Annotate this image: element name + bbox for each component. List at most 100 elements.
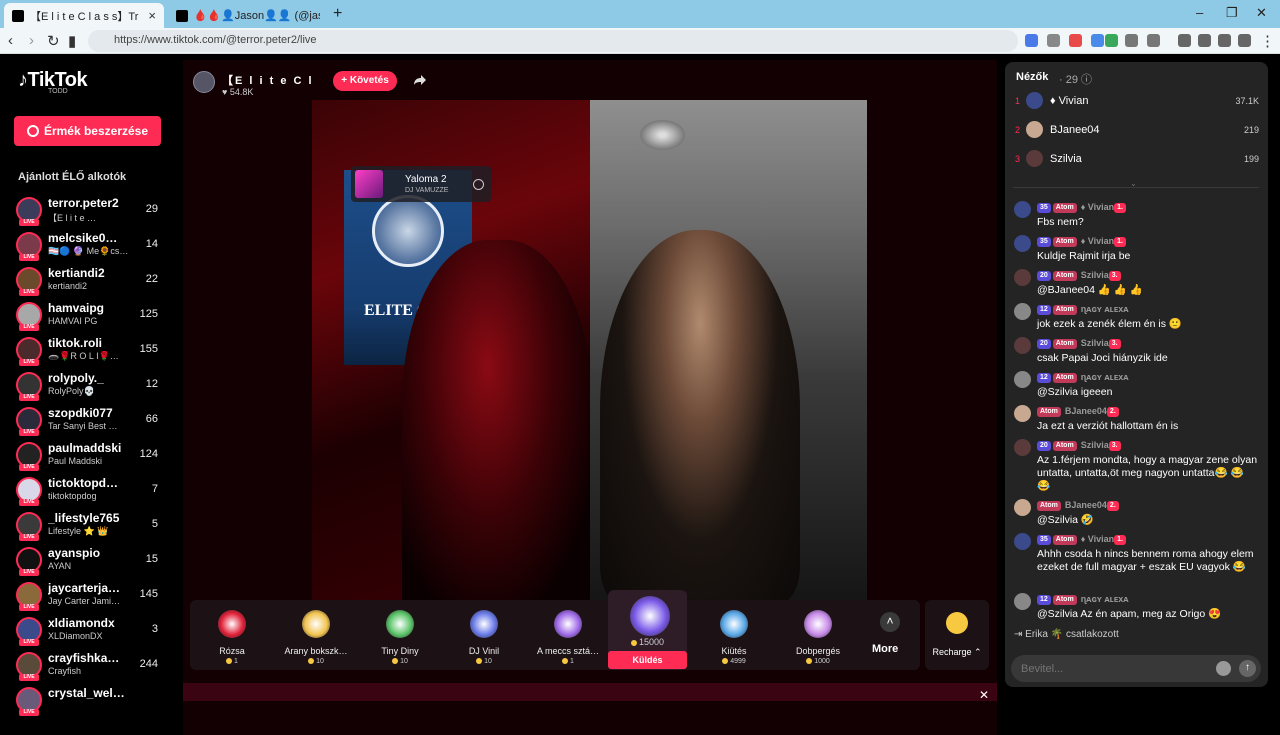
gift-item[interactable]: DJ Vinil 10 bbox=[442, 600, 526, 670]
message-text: Kuldje Rajmit irja be bbox=[1037, 250, 1131, 262]
rank-badge: 1. bbox=[1114, 535, 1126, 545]
fan-club-badge: Atom bbox=[1052, 373, 1077, 383]
message-username[interactable]: BJanee04 bbox=[1065, 500, 1107, 510]
emoji-icon[interactable] bbox=[1216, 661, 1231, 676]
message-username[interactable]: ɳᴀɢʏ ᴀʟᴇxᴀ bbox=[1081, 304, 1129, 314]
message-text: csak Papai Joci hiányzik ide bbox=[1037, 352, 1168, 364]
message-username[interactable]: Szilvia bbox=[1081, 270, 1109, 280]
shield-icon[interactable] bbox=[1238, 34, 1251, 47]
gift-item[interactable]: Arany bokszk… 10 bbox=[274, 600, 358, 670]
message-username[interactable]: Szilvia bbox=[1081, 440, 1109, 450]
extension-icon[interactable] bbox=[1147, 34, 1160, 47]
ranking-row[interactable]: 2 BJanee04 219 bbox=[1005, 120, 1268, 142]
url-field[interactable]: https://www.tiktok.com/@terror.peter2/li… bbox=[88, 30, 1018, 52]
menu-icon[interactable]: ⋮ bbox=[1260, 32, 1275, 50]
ai-icon[interactable] bbox=[1218, 34, 1231, 47]
send-icon[interactable]: ↑ bbox=[1239, 660, 1256, 677]
live-badge: LIVE bbox=[19, 674, 39, 681]
creator-item[interactable]: LIVE jaycarterja… Jay Carter Jami… 145 bbox=[16, 578, 166, 612]
host-name[interactable]: 【E l i t e C l a s s】 bbox=[222, 72, 317, 88]
browser-tab[interactable]: 🩸🩸👤Jason👤👤 (@jason_sam bbox=[168, 3, 328, 28]
extension-icon[interactable] bbox=[1091, 34, 1104, 47]
gift-item[interactable]: A meccs sztá… 1 bbox=[526, 600, 610, 670]
new-tab-icon[interactable]: + bbox=[333, 5, 342, 23]
fan-club-badge: Atom bbox=[1052, 203, 1077, 213]
get-coins-button[interactable]: Érmék beszerzése bbox=[14, 116, 161, 146]
forward-icon[interactable]: › bbox=[29, 32, 34, 49]
minimize-icon[interactable]: – bbox=[1196, 5, 1203, 20]
live-badge: LIVE bbox=[19, 289, 39, 296]
creator-item[interactable]: LIVE crystal_wel… bbox=[16, 683, 166, 717]
viewer-points: 37.1K bbox=[1235, 96, 1259, 106]
chat-input[interactable] bbox=[1021, 659, 1211, 678]
message-username[interactable]: BJanee04 bbox=[1065, 406, 1107, 416]
back-icon[interactable]: ‹ bbox=[8, 32, 13, 49]
viewer-count: 66 bbox=[145, 413, 158, 425]
sidebar-toggle-icon[interactable] bbox=[1178, 34, 1191, 47]
ranking-row[interactable]: 1 ♦ Vivian 37.1K bbox=[1005, 91, 1268, 113]
share-icon[interactable] bbox=[413, 73, 427, 87]
gift-item[interactable]: Rózsa 1 bbox=[190, 600, 274, 670]
message-username[interactable]: ♦ Vivian bbox=[1081, 202, 1114, 212]
maximize-icon[interactable]: ❐ bbox=[1226, 5, 1238, 21]
gift-name: Kiütés bbox=[721, 646, 747, 656]
creator-item[interactable]: LIVE szopdki077 Tar Sanyi Best … 66 bbox=[16, 403, 166, 437]
more-gifts-button[interactable]: ˄ bbox=[880, 612, 900, 632]
reload-icon[interactable]: ↻ bbox=[47, 32, 60, 50]
music-card[interactable]: Yaloma 2 DJ VAMUZZE bbox=[351, 166, 491, 202]
creator-item[interactable]: LIVE tictoktopd… tiktoktopdog 7 bbox=[16, 473, 166, 507]
creator-item[interactable]: LIVE rolypoly._ RolyPoly💀 12 bbox=[16, 368, 166, 402]
recharge-button[interactable]: Recharge ⌃ bbox=[925, 600, 989, 670]
browser-tab-active[interactable]: 【E l i t e C l a s s】Tr × bbox=[4, 3, 164, 28]
message-username[interactable]: ɳᴀɢʏ ᴀʟᴇxᴀ bbox=[1081, 594, 1129, 604]
target-icon[interactable] bbox=[473, 179, 484, 190]
creator-item[interactable]: LIVE terror.peter2 【E l i t e … 29 bbox=[16, 193, 166, 227]
live-badge: LIVE bbox=[19, 219, 39, 226]
creator-item[interactable]: LIVE tiktok.roli 🕳️🌹R O L I🌹… 155 bbox=[16, 333, 166, 367]
message-text: Fbs nem? bbox=[1037, 216, 1084, 228]
gift-item[interactable]: Kiütés 4999 bbox=[692, 600, 776, 670]
viewer-count: 7 bbox=[151, 483, 158, 495]
gift-item[interactable]: Dobpergés 1000 bbox=[776, 600, 860, 670]
creator-item[interactable]: LIVE crayfishka… Crayfish 244 bbox=[16, 648, 166, 682]
creator-name: tictoktopd… bbox=[48, 476, 118, 490]
creator-item[interactable]: LIVE _lifestyle765 Lifestyle ⭐ 👑 5 bbox=[16, 508, 166, 542]
extension-icon[interactable] bbox=[1069, 34, 1082, 47]
creator-item[interactable]: LIVE kertiandi2 kertiandi2 22 bbox=[16, 263, 166, 297]
gift-item-selected[interactable]: 15000 Küldés bbox=[608, 590, 687, 670]
gift-item[interactable]: Tiny Diny 10 bbox=[358, 600, 442, 670]
gift-icon bbox=[630, 596, 670, 636]
creator-item[interactable]: LIVE hamvaipg HAMVAI PG 125 bbox=[16, 298, 166, 332]
bookmark-icon[interactable]: ▮ bbox=[68, 32, 76, 50]
follow-button[interactable]: + Követés bbox=[333, 71, 397, 91]
browser-tab-strip: 【E l i t e C l a s s】Tr × 🩸🩸👤Jason👤👤 (@j… bbox=[0, 0, 1280, 28]
gift-price: 15000 bbox=[608, 637, 687, 647]
translate-extension-icon[interactable] bbox=[1025, 34, 1038, 47]
more-label[interactable]: More bbox=[872, 643, 898, 655]
host-avatar[interactable] bbox=[193, 71, 215, 93]
video-feed-right[interactable] bbox=[590, 100, 867, 603]
extension-icon[interactable] bbox=[1047, 34, 1060, 47]
message-username[interactable]: ɳᴀɢʏ ᴀʟᴇxᴀ bbox=[1081, 372, 1129, 382]
message-username[interactable]: ♦ Vivian bbox=[1081, 534, 1114, 544]
message-username[interactable]: Szilvia bbox=[1081, 338, 1109, 348]
send-gift-button[interactable]: Küldés bbox=[608, 651, 687, 669]
video-feed-left[interactable]: ELITE C Yaloma 2 DJ VAMUZZE bbox=[312, 100, 590, 603]
rank-badge: 2. bbox=[1106, 501, 1119, 511]
creator-item[interactable]: LIVE ayanspio AYAN 15 bbox=[16, 543, 166, 577]
wallet-icon[interactable] bbox=[1198, 34, 1211, 47]
ranking-row[interactable]: 3 Szilvia 199 bbox=[1005, 149, 1268, 171]
message-username[interactable]: ♦ Vivian bbox=[1081, 236, 1114, 246]
message-text: @Szilvia Az én apam, meg az Origo 😍 bbox=[1037, 608, 1222, 620]
creator-item[interactable]: LIVE paulmaddski Paul Maddski 124 bbox=[16, 438, 166, 472]
extension-icon[interactable] bbox=[1105, 34, 1118, 47]
live-badge: LIVE bbox=[19, 254, 39, 261]
chevron-down-icon[interactable]: ⌄ bbox=[1130, 179, 1137, 188]
creator-item[interactable]: LIVE xldiamondx XLDiamonDX 3 bbox=[16, 613, 166, 647]
creator-item[interactable]: LIVE melcsike0… 🏳‍⚧️🔵 🔮 Me🌻cs… 14 bbox=[16, 228, 166, 262]
extensions-puzzle-icon[interactable] bbox=[1125, 34, 1138, 47]
close-icon[interactable]: ✕ bbox=[979, 688, 989, 702]
close-tab-icon[interactable]: × bbox=[148, 8, 156, 23]
close-window-icon[interactable]: ✕ bbox=[1256, 5, 1267, 21]
creator-subtitle: tiktoktopdog bbox=[48, 491, 97, 501]
